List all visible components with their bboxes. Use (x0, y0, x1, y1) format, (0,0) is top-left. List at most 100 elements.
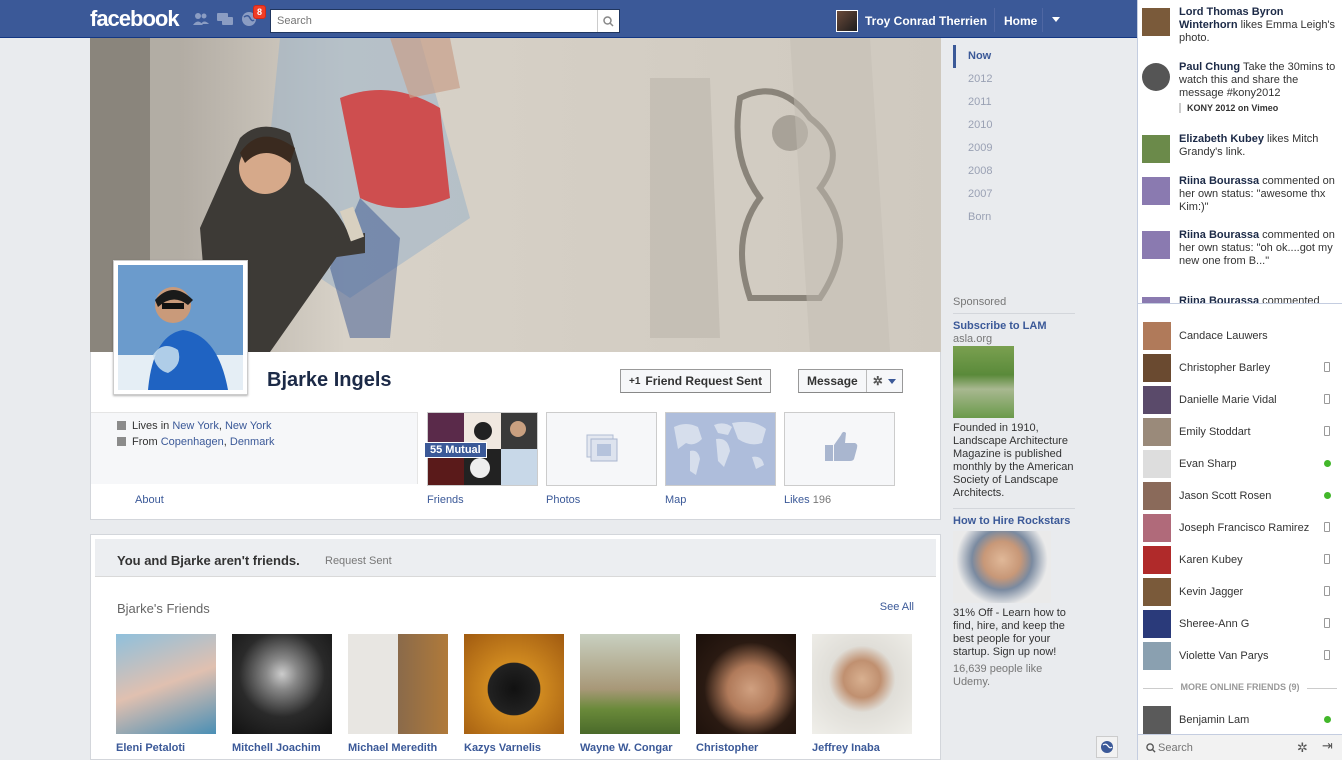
chat-contact[interactable]: Danielle Marie Vidal (1138, 384, 1342, 416)
friend-card[interactable]: Mitchell Joachim (232, 634, 332, 754)
friend-name[interactable]: Eleni Petaloti (116, 742, 216, 754)
timeline-nav-now[interactable]: Now (953, 45, 1073, 68)
friend-card[interactable]: Jeffrey Inaba (812, 634, 912, 754)
friend-name[interactable]: Kazys Varnelis (464, 742, 564, 754)
chat-contact[interactable]: Evan Sharp (1138, 448, 1342, 480)
chat-contact[interactable]: Benjamin Lam (1138, 704, 1342, 736)
ticker-avatar[interactable] (1142, 135, 1170, 163)
photos-tile-label[interactable]: Photos (546, 494, 580, 506)
ticker-story[interactable]: Lord Thomas Byron Winterhorn likes Emma … (1142, 6, 1338, 45)
likes-tile[interactable] (784, 412, 895, 486)
from-country-link[interactable]: Denmark (230, 436, 275, 448)
ticker-avatar[interactable] (1142, 297, 1170, 303)
friend-photo[interactable] (348, 634, 448, 734)
ticker-story[interactable]: Riina Bourassa commented on her own stat… (1142, 229, 1338, 268)
ad-image[interactable] (953, 346, 1014, 418)
see-all-friends-link[interactable]: See All (880, 601, 914, 613)
ad-title[interactable]: Subscribe to LAM (953, 320, 1075, 333)
friend-name[interactable]: Wayne W. Congar (580, 742, 680, 754)
thumbs-up-icon (825, 431, 858, 461)
account-menu-chevron-icon[interactable] (1052, 17, 1060, 22)
lives-state-link[interactable]: New York (225, 420, 271, 432)
ticker-avatar[interactable] (1142, 63, 1170, 91)
user-profile-link[interactable]: Troy Conrad Therrien (836, 10, 987, 32)
map-tile-label[interactable]: Map (665, 494, 686, 506)
ticker-actor[interactable]: Riina Bourassa (1179, 175, 1259, 187)
friend-photo[interactable] (580, 634, 680, 734)
chat-contact[interactable]: Kevin Jagger (1138, 576, 1342, 608)
chat-contact[interactable]: Christopher Barley (1138, 352, 1342, 384)
friend-card[interactable]: Wayne W. Congar (580, 634, 680, 754)
friend-card[interactable]: Kazys Varnelis (464, 634, 564, 754)
friend-name[interactable]: Michael Meredith (348, 742, 448, 754)
friends-tile-label[interactable]: Friends (427, 494, 464, 506)
chat-contact[interactable]: Karen Kubey (1138, 544, 1342, 576)
ticker-actor[interactable]: Riina Bourassa (1179, 295, 1259, 303)
profile-picture[interactable] (113, 260, 248, 395)
ticker-actor[interactable]: Riina Bourassa (1179, 229, 1259, 241)
friend-photo[interactable] (696, 634, 796, 734)
chat-contact[interactable]: Joseph Francisco Ramirez (1138, 512, 1342, 544)
messages-icon[interactable] (216, 11, 234, 27)
chat-contact[interactable]: Candace Lauwers (1138, 320, 1342, 352)
actions-gear-dropdown[interactable]: ✲ (865, 370, 902, 392)
facebook-logo[interactable]: facebook (90, 6, 180, 32)
friend-name[interactable]: Jeffrey Inaba (812, 742, 912, 754)
chat-search-input[interactable] (1142, 739, 1292, 757)
ticker-avatar[interactable] (1142, 231, 1170, 259)
likes-label[interactable]: Likes (784, 494, 810, 506)
friend-photo[interactable] (812, 634, 912, 734)
ad-image[interactable] (953, 531, 1051, 603)
ticker-actor[interactable]: Elizabeth Kubey (1179, 133, 1264, 145)
lives-city-link[interactable]: New York (172, 420, 218, 432)
friend-photo[interactable] (232, 634, 332, 734)
chat-contact[interactable]: Jason Scott Rosen (1138, 480, 1342, 512)
timeline-nav-born[interactable]: Born (953, 206, 1073, 229)
timeline-nav-2012[interactable]: 2012 (953, 68, 1073, 91)
friend-photo[interactable] (464, 634, 564, 734)
likes-tile-label[interactable]: Likes 196 (784, 494, 831, 506)
friends-tile[interactable]: 55 Mutual (424, 412, 538, 486)
friend-requests-icon[interactable] (192, 11, 210, 27)
globe-language-icon[interactable] (1096, 736, 1118, 758)
chat-contact[interactable]: Sheree-Ann G (1138, 608, 1342, 640)
timeline-nav-2008[interactable]: 2008 (953, 160, 1073, 183)
ad-unit[interactable]: How to Hire Rockstars 31% Off - Learn ho… (953, 515, 1075, 689)
ticker-story[interactable]: Riina Bourassa commented (1142, 295, 1338, 303)
chat-contact[interactable]: Emily Stoddart (1138, 416, 1342, 448)
ticker-actor[interactable]: Paul Chung (1179, 61, 1240, 73)
ticker-story[interactable]: Elizabeth Kubey likes Mitch Grandy's lin… (1142, 133, 1338, 163)
friend-name[interactable]: Christopher (696, 742, 796, 754)
hide-sidebar-icon[interactable]: ⇥ (1322, 738, 1333, 754)
chat-options-gear-icon[interactable]: ✲ (1297, 740, 1308, 756)
mutual-friends-badge[interactable]: 55 Mutual (424, 442, 487, 458)
ad-title[interactable]: How to Hire Rockstars (953, 515, 1075, 528)
top-navigation-bar: facebook 8 Troy Conrad Therrien Home (0, 0, 1137, 38)
timeline-nav-2011[interactable]: 2011 (953, 91, 1073, 114)
ticker-avatar[interactable] (1142, 177, 1170, 205)
ticker-avatar[interactable] (1142, 8, 1170, 36)
home-link[interactable]: Home (1004, 14, 1037, 28)
friend-card[interactable]: Michael Meredith (348, 634, 448, 754)
friend-request-sent-button[interactable]: +1 Friend Request Sent (620, 369, 772, 393)
timeline-nav-2010[interactable]: 2010 (953, 114, 1073, 137)
timeline-nav-2009[interactable]: 2009 (953, 137, 1073, 160)
from-city-link[interactable]: Copenhagen (161, 436, 224, 448)
friend-photo[interactable] (116, 634, 216, 734)
message-button[interactable]: Message ✲ (798, 369, 903, 393)
friend-card[interactable]: Eleni Petaloti (116, 634, 216, 754)
chat-avatar (1143, 642, 1171, 670)
friend-card[interactable]: Christopher (696, 634, 796, 754)
search-input[interactable] (271, 10, 591, 32)
map-tile[interactable] (665, 412, 776, 486)
ticker-attachment[interactable]: KONY 2012 on Vimeo (1179, 103, 1338, 113)
ticker-story[interactable]: Riina Bourassa commented on her own stat… (1142, 175, 1338, 214)
friend-name[interactable]: Mitchell Joachim (232, 742, 332, 754)
photos-tile[interactable] (546, 412, 657, 486)
chat-contact[interactable]: Violette Van Parys (1138, 640, 1342, 672)
ad-unit[interactable]: Subscribe to LAM asla.org Founded in 191… (953, 320, 1075, 509)
timeline-nav-2007[interactable]: 2007 (953, 183, 1073, 206)
about-link[interactable]: About (135, 494, 164, 506)
ticker-story[interactable]: Paul Chung Take the 30mins to watch this… (1142, 61, 1338, 113)
search-button[interactable] (597, 10, 619, 32)
